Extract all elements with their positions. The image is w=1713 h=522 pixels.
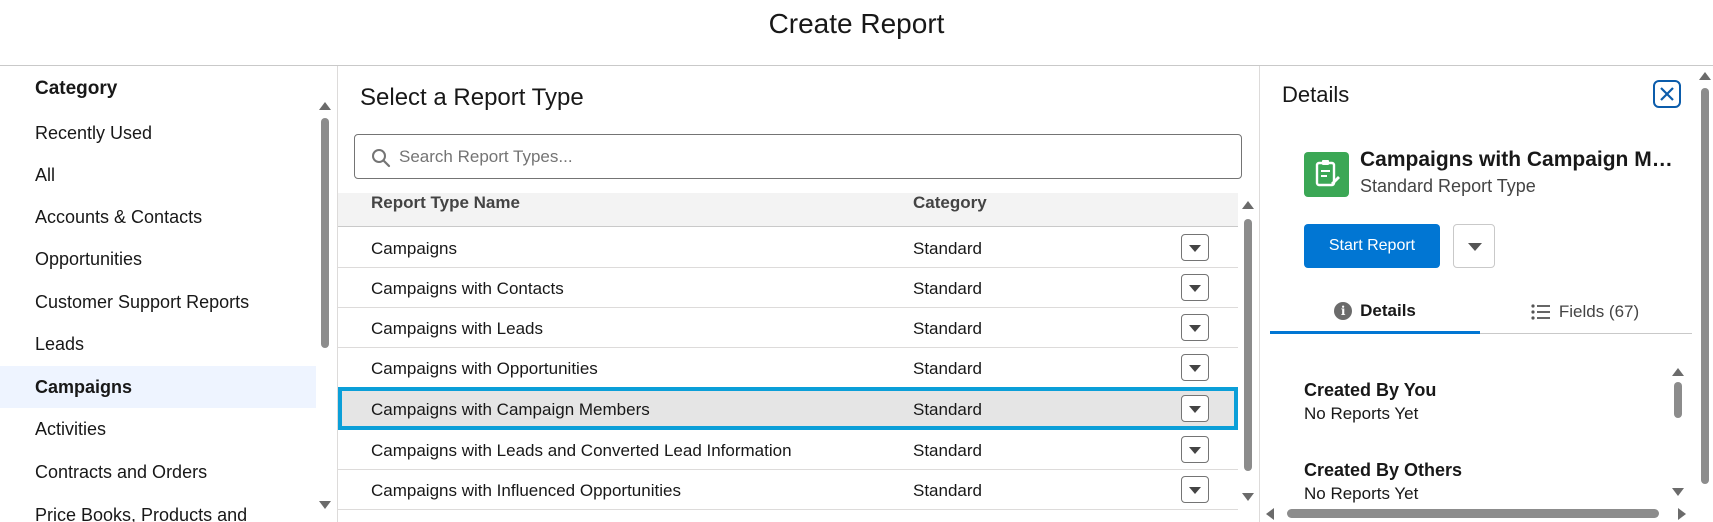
start-report-button[interactable]: Start Report xyxy=(1304,224,1440,268)
details-panel: Details Campaigns with Campaign Members … xyxy=(1260,66,1713,522)
info-icon: i xyxy=(1334,301,1353,320)
table-row[interactable]: Campaigns with Contacts Standard xyxy=(338,268,1238,308)
category-item-price-books[interactable]: Price Books, Products and xyxy=(0,494,316,522)
category-item-all[interactable]: All xyxy=(0,154,316,196)
tab-details[interactable]: i Details xyxy=(1270,290,1480,334)
close-button[interactable] xyxy=(1653,80,1681,108)
report-type-category: Standard xyxy=(913,279,982,298)
report-type-name-heading: Campaigns with Campaign Members xyxy=(1360,148,1680,171)
category-heading: Category xyxy=(35,78,118,99)
chevron-down-icon xyxy=(1189,487,1201,494)
table-row[interactable]: Campaigns with Leads Standard xyxy=(338,308,1238,348)
scroll-left-arrow-icon[interactable] xyxy=(1266,508,1274,520)
category-item-campaigns[interactable]: Campaigns xyxy=(0,366,316,408)
report-type-category: Standard xyxy=(913,441,982,460)
report-type-category: Standard xyxy=(913,239,982,258)
category-item-opportunities[interactable]: Opportunities xyxy=(0,238,316,280)
chevron-down-icon xyxy=(1189,365,1201,372)
row-menu-button[interactable] xyxy=(1181,314,1209,341)
created-by-you-value: No Reports Yet xyxy=(1304,404,1419,423)
category-item-accounts-contacts[interactable]: Accounts & Contacts xyxy=(0,196,316,238)
table-row[interactable]: Campaigns Standard xyxy=(338,228,1238,268)
chevron-down-icon xyxy=(1189,245,1201,252)
report-type-title: Select a Report Type xyxy=(360,84,584,111)
details-tabs: i Details Fields (67) xyxy=(1270,290,1692,334)
page-title: Create Report xyxy=(768,8,945,39)
category-item-contracts-orders[interactable]: Contracts and Orders xyxy=(0,451,316,493)
row-menu-button[interactable] xyxy=(1181,274,1209,301)
close-icon xyxy=(1660,87,1674,101)
chevron-down-icon xyxy=(1189,325,1201,332)
table-scrollbar[interactable] xyxy=(1242,201,1254,503)
scrollbar-thumb[interactable] xyxy=(321,118,329,348)
list-icon xyxy=(1531,304,1550,320)
details-title: Details xyxy=(1282,82,1350,107)
category-item-recently-used[interactable]: Recently Used xyxy=(0,112,316,154)
chevron-down-icon xyxy=(1468,243,1482,251)
report-type-panel: Select a Report Type Report Type Name Ca… xyxy=(338,66,1260,522)
scroll-right-arrow-icon[interactable] xyxy=(1678,508,1686,520)
scroll-up-arrow-icon[interactable] xyxy=(1242,201,1254,209)
created-by-others-heading: Created By Others xyxy=(1304,460,1463,480)
report-type-name: Campaigns with Influenced Opportunities xyxy=(371,481,681,500)
scrollbar-thumb[interactable] xyxy=(1674,382,1682,418)
report-type-category: Standard xyxy=(913,400,982,419)
tab-label: Fields (67) xyxy=(1558,302,1640,321)
scroll-up-arrow-icon[interactable] xyxy=(1699,72,1711,80)
scrollbar-thumb[interactable] xyxy=(1701,88,1709,484)
scroll-down-arrow-icon[interactable] xyxy=(1672,488,1684,496)
tab-fields[interactable]: Fields (67) xyxy=(1480,290,1690,334)
report-type-icon xyxy=(1304,152,1349,197)
table-header: Report Type Name Category xyxy=(338,193,1238,227)
category-item-customer-support[interactable]: Customer Support Reports xyxy=(0,281,316,323)
tab-label: Details xyxy=(1360,300,1416,320)
report-type-name: Campaigns xyxy=(371,239,457,258)
row-menu-button[interactable] xyxy=(1181,395,1209,422)
report-type-category: Standard xyxy=(913,319,982,338)
panel-scrollbar[interactable] xyxy=(1699,72,1711,492)
row-menu-button[interactable] xyxy=(1181,476,1209,503)
column-header-category[interactable]: Category xyxy=(913,193,987,213)
table-row[interactable]: Campaigns with Influenced Opportunities … xyxy=(338,470,1238,510)
column-header-name[interactable]: Report Type Name xyxy=(371,193,520,213)
report-type-category: Standard xyxy=(913,481,982,500)
created-by-you-heading: Created By You xyxy=(1304,380,1437,400)
table-row-selected[interactable]: Campaigns with Campaign Members Standard xyxy=(338,387,1238,430)
details-scrollbar[interactable] xyxy=(1672,368,1684,498)
chevron-down-icon xyxy=(1189,447,1201,454)
report-type-name: Campaigns with Opportunities xyxy=(371,359,598,378)
report-type-category: Standard xyxy=(913,359,982,378)
created-by-others-value: No Reports Yet xyxy=(1304,484,1419,503)
horizontal-scrollbar-thumb[interactable] xyxy=(1287,509,1659,518)
chevron-down-icon xyxy=(1189,406,1201,413)
table-row[interactable]: Campaigns with Leads and Converted Lead … xyxy=(338,430,1238,470)
scroll-up-arrow-icon[interactable] xyxy=(1672,368,1684,376)
scroll-up-arrow-icon[interactable] xyxy=(319,102,331,110)
row-menu-button[interactable] xyxy=(1181,436,1209,463)
chevron-down-icon xyxy=(1189,285,1201,292)
table-row[interactable]: Campaigns with Opportunities Standard xyxy=(338,348,1238,388)
category-scrollbar[interactable] xyxy=(319,102,331,512)
category-panel: Category Recently Used All Accounts & Co… xyxy=(0,66,338,522)
report-type-name: Campaigns with Leads and Converted Lead … xyxy=(371,441,792,460)
report-type-kind: Standard Report Type xyxy=(1360,176,1536,196)
search-input[interactable] xyxy=(399,143,1219,171)
scroll-down-arrow-icon[interactable] xyxy=(319,501,331,509)
report-type-name: Campaigns with Campaign Members xyxy=(371,400,650,419)
scroll-down-arrow-icon[interactable] xyxy=(1242,493,1254,501)
modal-header: Create Report xyxy=(0,0,1713,66)
category-item-leads[interactable]: Leads xyxy=(0,323,316,365)
category-item-activities[interactable]: Activities xyxy=(0,408,316,450)
search-box[interactable] xyxy=(354,134,1242,179)
row-menu-button[interactable] xyxy=(1181,234,1209,261)
scrollbar-thumb[interactable] xyxy=(1244,219,1252,471)
row-menu-button[interactable] xyxy=(1181,354,1209,381)
search-icon xyxy=(372,149,391,168)
report-type-name: Campaigns with Contacts xyxy=(371,279,564,298)
report-type-name: Campaigns with Leads xyxy=(371,319,543,338)
more-actions-button[interactable] xyxy=(1453,224,1495,268)
